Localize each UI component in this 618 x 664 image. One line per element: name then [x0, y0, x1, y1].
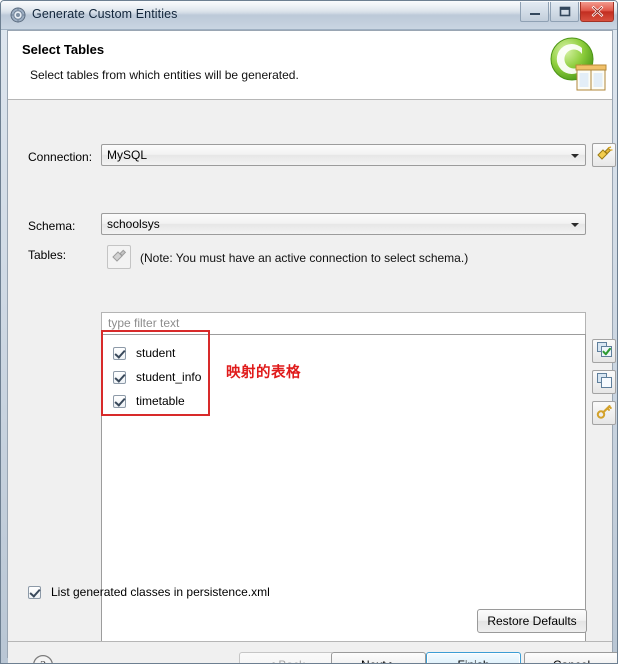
refresh-relations-button[interactable] [592, 401, 616, 425]
wizard-banner: Select Tables Select tables from which e… [8, 31, 612, 100]
list-classes-checkbox[interactable] [28, 585, 41, 599]
tables-list[interactable]: student student_info timetable [101, 334, 586, 649]
connect-note-button [107, 245, 131, 269]
chevron-down-icon [571, 154, 579, 158]
table-checkbox[interactable] [113, 394, 126, 408]
list-classes-label: List generated classes in persistence.xm… [51, 585, 270, 599]
list-item[interactable]: student_info [102, 365, 585, 389]
page-description: Select tables from which entities will b… [30, 68, 299, 82]
dialog-window: Generate Custom Entities Select Tables S… [0, 0, 618, 664]
schema-value: schoolsys [107, 217, 160, 231]
key-relations-icon [596, 403, 613, 423]
close-button[interactable] [580, 2, 614, 22]
select-all-button[interactable] [592, 339, 616, 363]
deselect-all-icon [596, 372, 613, 392]
chevron-down-icon [571, 223, 579, 227]
list-classes-option[interactable]: List generated classes in persistence.xm… [28, 585, 270, 599]
close-icon [581, 2, 613, 21]
table-name: timetable [136, 394, 185, 408]
connect-button[interactable] [592, 143, 616, 167]
entities-table-icon [546, 35, 608, 93]
cancel-button[interactable]: Cancel [524, 652, 617, 663]
schema-label: Schema: [28, 219, 76, 233]
plug-connect-icon [596, 146, 613, 164]
deselect-all-button[interactable] [592, 370, 616, 394]
restore-defaults-button[interactable]: Restore Defaults [477, 609, 587, 633]
connection-note: (Note: You must have an active connectio… [140, 251, 469, 265]
connection-value: MySQL [107, 148, 148, 162]
table-checkbox[interactable] [113, 346, 126, 360]
tables-label: Tables: [28, 248, 67, 262]
finish-button[interactable]: Finish [426, 652, 521, 663]
table-name: student [136, 346, 176, 360]
list-item[interactable]: timetable [102, 389, 585, 413]
minimize-icon [521, 2, 548, 21]
form-area: Connection: MySQL (Note: You must have a… [8, 101, 616, 649]
title-bar: Generate Custom Entities [1, 1, 617, 30]
list-item[interactable]: student [102, 341, 585, 365]
table-name: student_info [136, 370, 202, 384]
help-button[interactable]: ? [32, 654, 54, 664]
minimize-button[interactable] [520, 2, 549, 22]
page-title: Select Tables [22, 42, 105, 57]
app-gear-icon [10, 7, 26, 23]
filter-input[interactable]: type filter text [101, 312, 586, 334]
maximize-icon [551, 2, 578, 21]
maximize-button[interactable] [550, 2, 579, 22]
connection-label: Connection: [28, 150, 93, 164]
table-checkbox[interactable] [113, 370, 126, 384]
dialog-footer: ? < Back Next > Finish Cancel [8, 641, 617, 664]
connection-combobox[interactable]: MySQL [101, 144, 586, 166]
dialog-page: Select Tables Select tables from which e… [7, 30, 617, 663]
svg-text:?: ? [40, 658, 46, 664]
back-button[interactable]: < Back [239, 652, 334, 663]
select-all-icon [596, 341, 613, 361]
plug-disabled-icon [111, 248, 128, 266]
window-title: Generate Custom Entities [32, 7, 178, 21]
next-button[interactable]: Next > [331, 652, 426, 663]
annotation-label: 映射的表格 [226, 365, 301, 381]
schema-combobox[interactable]: schoolsys [101, 213, 586, 235]
